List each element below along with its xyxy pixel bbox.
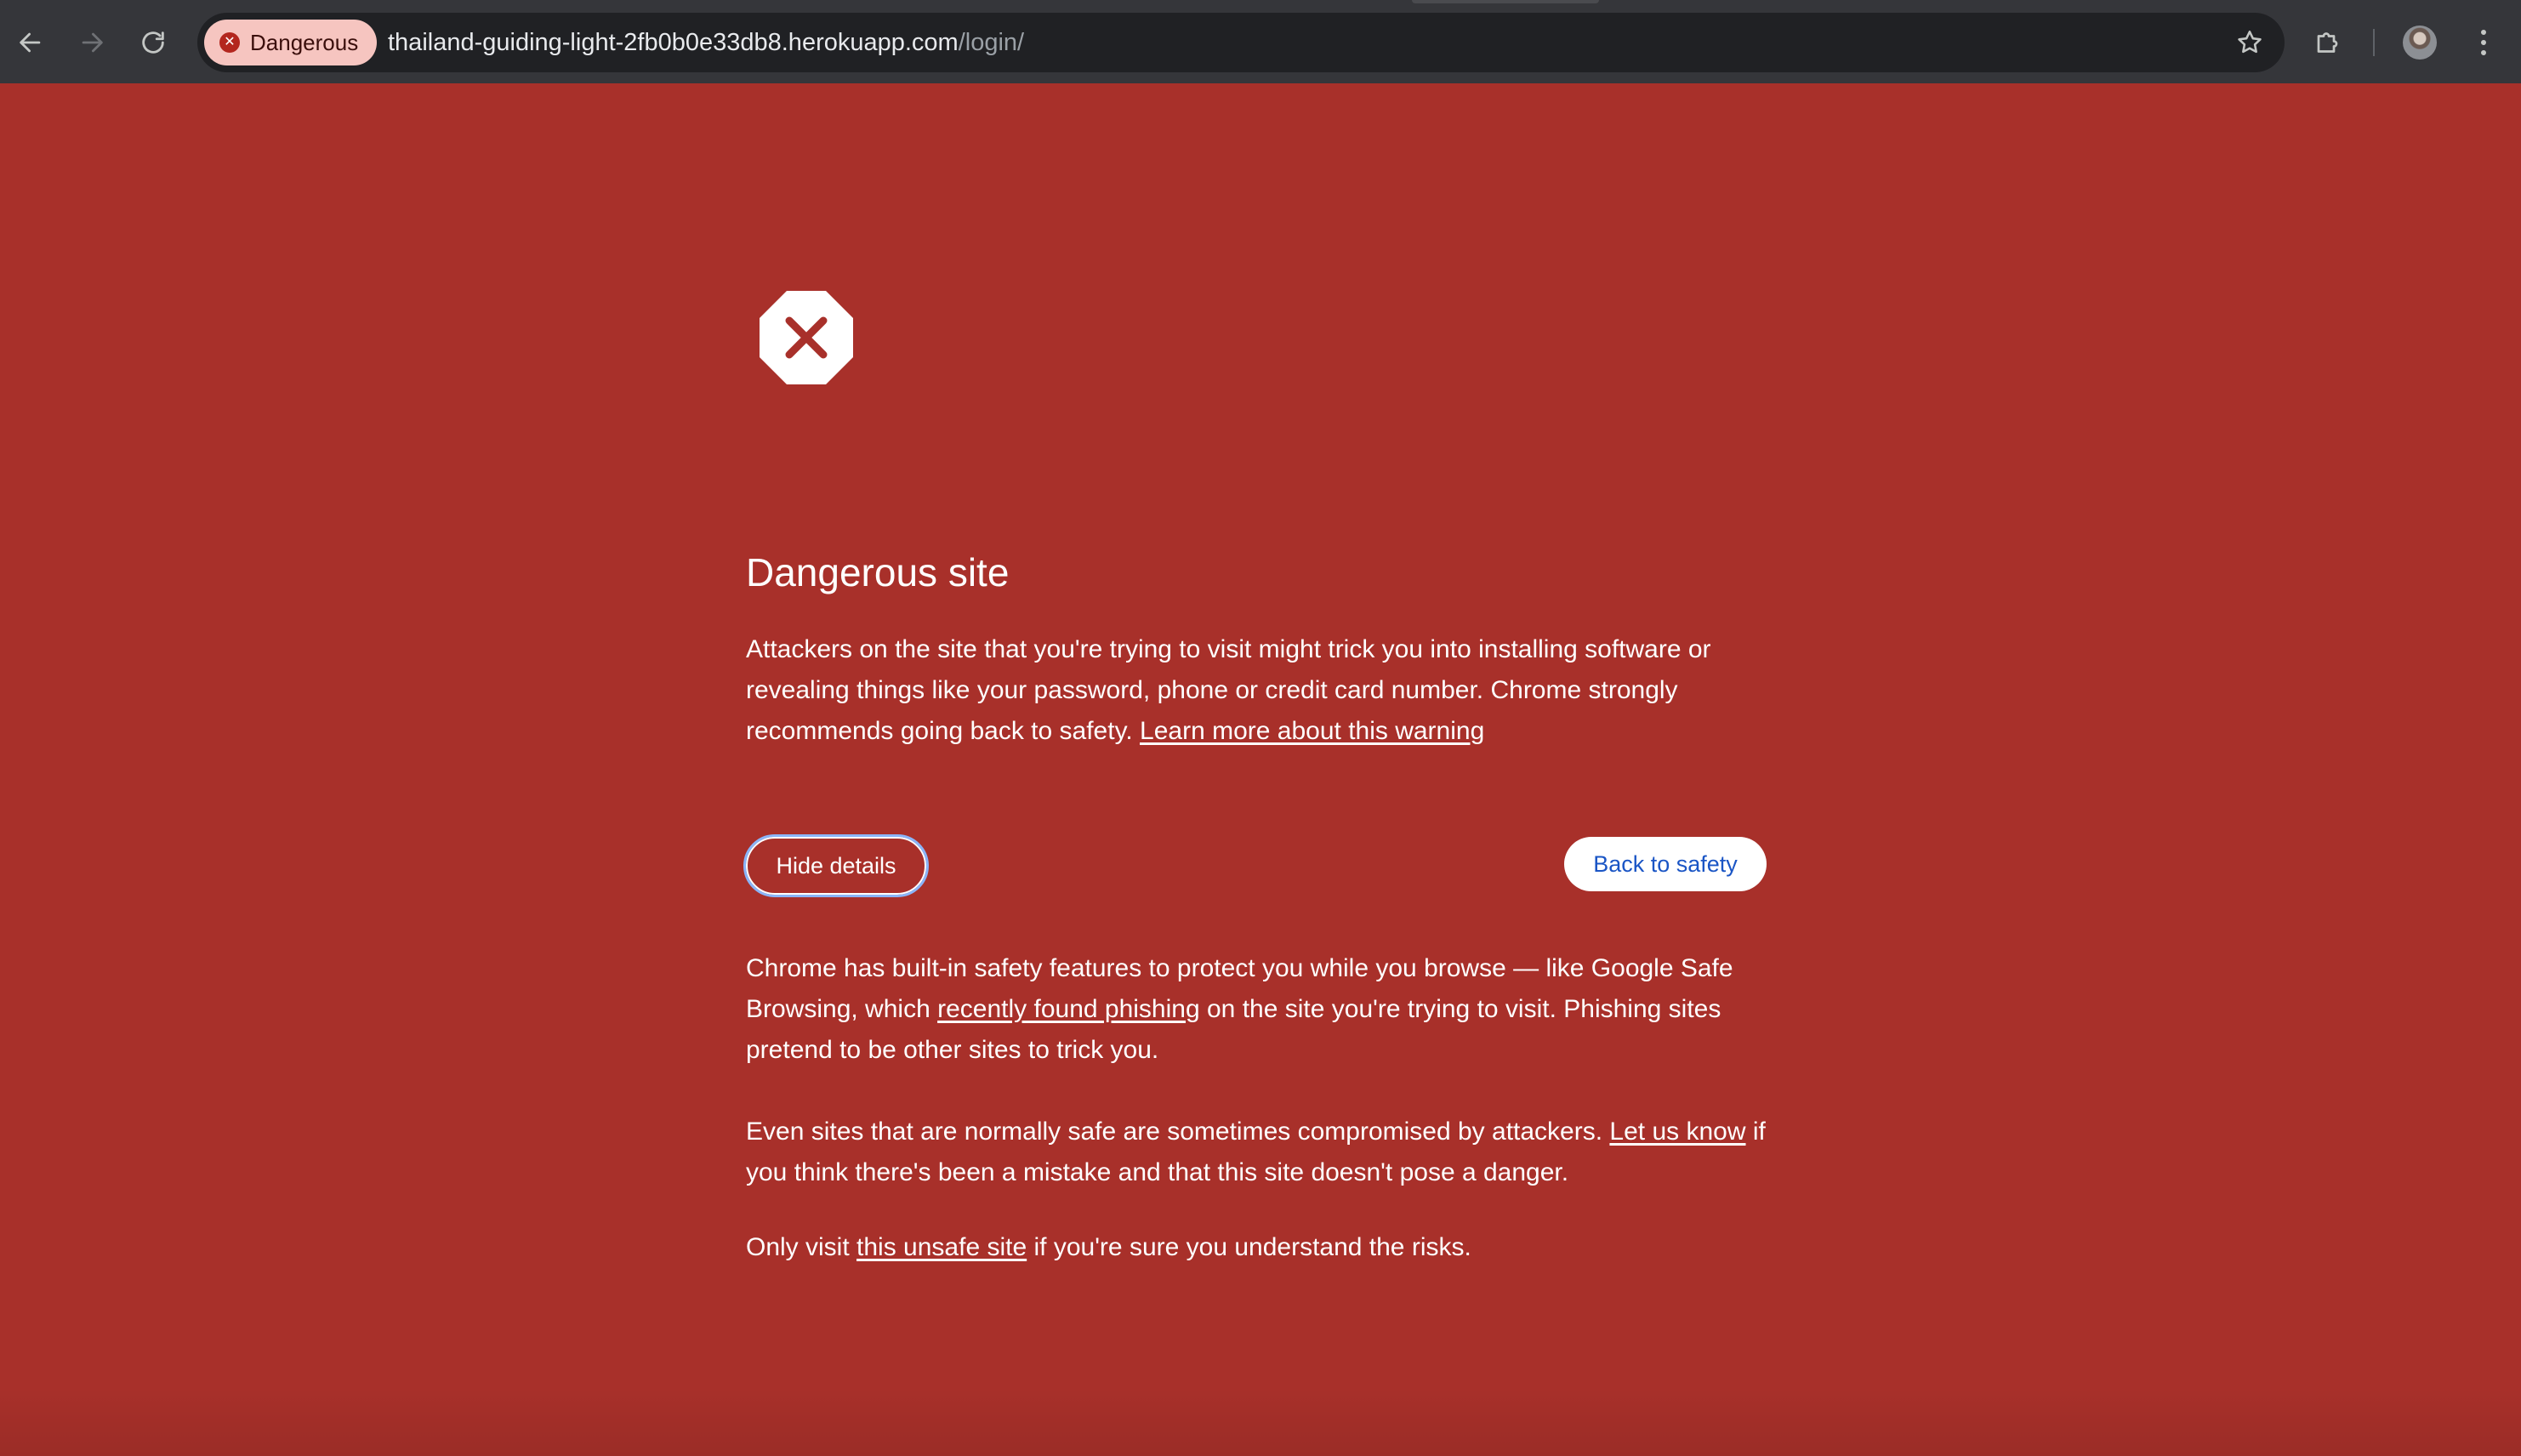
more-menu-button[interactable] bbox=[2462, 19, 2505, 66]
url-text[interactable]: thailand-guiding-light-2fb0b0e33db8.hero… bbox=[388, 13, 1024, 72]
bookmark-button[interactable] bbox=[2227, 20, 2273, 65]
bookmark-star-icon bbox=[2238, 30, 2262, 54]
let-us-know-link[interactable]: Let us know bbox=[1609, 1118, 1745, 1146]
recently-found-phishing-link[interactable]: recently found phishing bbox=[937, 995, 1200, 1023]
toolbar-separator bbox=[2373, 29, 2375, 56]
security-chip[interactable]: ✕ Dangerous bbox=[204, 20, 378, 65]
warning-intro: Attackers on the site that you're trying… bbox=[746, 629, 1767, 752]
more-menu-dot bbox=[2481, 40, 2486, 45]
forward-arrow-icon bbox=[82, 32, 103, 53]
url-host: thailand-guiding-light-2fb0b0e33db8.hero… bbox=[388, 28, 959, 56]
extensions-button[interactable] bbox=[2305, 19, 2353, 66]
page-title: Dangerous site bbox=[746, 550, 1010, 594]
reload-button[interactable] bbox=[129, 19, 177, 66]
url-path: /login/ bbox=[958, 28, 1025, 56]
reload-icon bbox=[142, 31, 164, 54]
forward-button[interactable] bbox=[68, 19, 116, 66]
profile-avatar-icon[interactable] bbox=[2403, 26, 2437, 60]
more-menu-dot bbox=[2481, 50, 2486, 55]
stop-octagon-icon bbox=[760, 291, 853, 384]
more-menu-icon bbox=[2481, 30, 2486, 35]
security-chip-label: Dangerous bbox=[250, 29, 359, 55]
details-text: Even sites that are normally safe are so… bbox=[746, 1118, 1603, 1146]
details-paragraph-3: Only visit this unsafe site if you're su… bbox=[746, 1227, 1767, 1268]
danger-chip-icon: ✕ bbox=[219, 32, 240, 53]
back-button[interactable] bbox=[7, 19, 54, 66]
details-text: if you're sure you understand the risks. bbox=[1033, 1233, 1471, 1261]
back-to-safety-button[interactable]: Back to safety bbox=[1564, 837, 1767, 891]
details-paragraph-1: Chrome has built-in safety features to p… bbox=[746, 948, 1767, 1071]
learn-more-link[interactable]: Learn more about this warning bbox=[1140, 717, 1484, 745]
tab-strip-edge bbox=[1412, 0, 1599, 3]
details-paragraph-2: Even sites that are normally safe are so… bbox=[746, 1112, 1767, 1193]
back-arrow-icon bbox=[20, 32, 41, 53]
unsafe-site-link[interactable]: this unsafe site bbox=[856, 1233, 1027, 1261]
address-bar[interactable]: ✕ Dangerous thailand-guiding-light-2fb0b… bbox=[197, 13, 2285, 72]
hide-details-button[interactable]: Hide details bbox=[743, 834, 929, 897]
extensions-puzzle-icon bbox=[2317, 32, 2338, 53]
details-text: Only visit bbox=[746, 1233, 850, 1261]
bottom-shade bbox=[0, 1388, 2521, 1456]
browser-toolbar: ✕ Dangerous thailand-guiding-light-2fb0b… bbox=[0, 0, 2521, 83]
